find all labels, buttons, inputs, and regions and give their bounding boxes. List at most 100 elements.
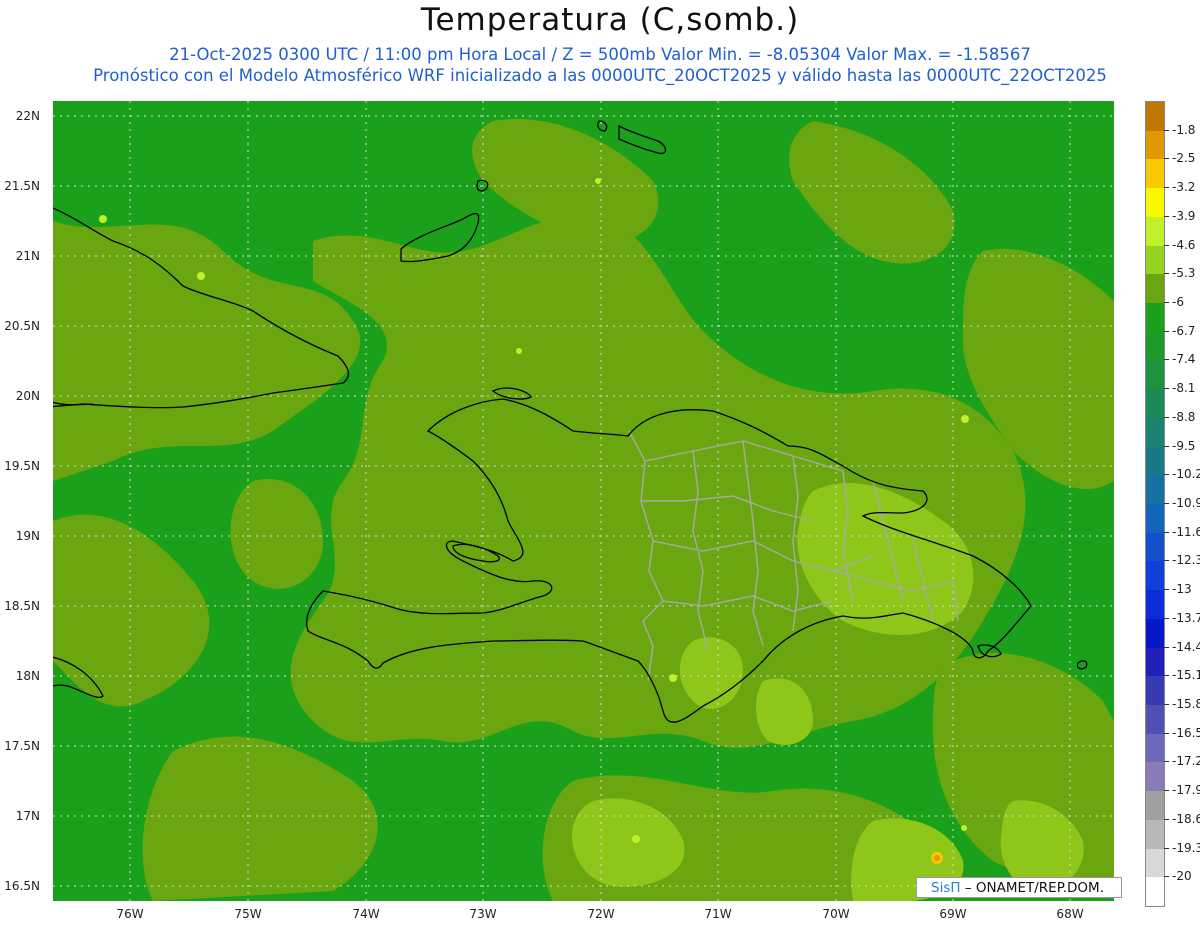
lat-tick-label: 18.5N bbox=[4, 599, 40, 613]
lon-tick-label: 72W bbox=[587, 907, 615, 921]
lat-tick-label: 17.5N bbox=[4, 739, 40, 753]
colorbar-segment bbox=[1146, 360, 1164, 390]
lat-tick-label: 19N bbox=[15, 529, 40, 543]
colorbar-segment bbox=[1146, 216, 1164, 247]
colorbar-segment bbox=[1146, 561, 1164, 591]
colorbar-tick bbox=[1164, 646, 1169, 648]
colorbar-segment bbox=[1146, 532, 1164, 562]
colorbar-level-label: -10.9 bbox=[1172, 496, 1200, 510]
colorbar-segment bbox=[1146, 274, 1164, 304]
colorbar-level-label: -15.8 bbox=[1172, 697, 1200, 711]
colorbar-segment bbox=[1146, 159, 1164, 189]
colorbar-level-label: -6.7 bbox=[1172, 323, 1196, 338]
colorbar-level-label: -8.8 bbox=[1172, 409, 1196, 424]
colorbar-tick bbox=[1164, 215, 1169, 217]
colorbar-level-label: -1.8 bbox=[1172, 122, 1196, 137]
colorbar-tick bbox=[1164, 560, 1169, 562]
colorbar-segment bbox=[1146, 303, 1164, 333]
colorbar-segment bbox=[1146, 475, 1164, 505]
lat-tick-label: 21N bbox=[15, 249, 40, 263]
colorbar-tick bbox=[1164, 704, 1169, 705]
colorbar-segment bbox=[1146, 417, 1164, 448]
colorbar-segment bbox=[1146, 188, 1164, 218]
colorbar-level-label: -15.1 bbox=[1172, 668, 1200, 683]
colorbar-segment bbox=[1146, 762, 1164, 792]
lon-tick-label: 70W bbox=[822, 907, 850, 921]
lon-tick-label: 73W bbox=[469, 907, 497, 921]
colorbar-level-label: -8.1 bbox=[1172, 381, 1196, 396]
colorbar-level-label: -16.5 bbox=[1172, 725, 1200, 740]
colorbar-level-label: -12.3 bbox=[1172, 553, 1200, 568]
colorbar-level-label: -11.6 bbox=[1172, 524, 1200, 539]
credit-org: – ONAMET/REP.DOM. bbox=[964, 880, 1104, 896]
colorbar-level-label: -13 bbox=[1172, 582, 1192, 597]
sispi-logo-text: SisΠ bbox=[931, 880, 961, 896]
colorbar-level-label: -17.2 bbox=[1172, 754, 1200, 769]
colorbar-tick bbox=[1164, 187, 1169, 189]
lat-tick-label: 21.5N bbox=[4, 179, 40, 193]
colorbar-level-label: -19.3 bbox=[1172, 840, 1200, 855]
temperature-map[interactable] bbox=[53, 101, 1114, 901]
colorbar-tick bbox=[1164, 531, 1169, 533]
colorbar bbox=[1145, 101, 1165, 907]
colorbar-segment bbox=[1146, 331, 1164, 361]
colorbar-segment bbox=[1146, 130, 1164, 160]
colorbar-tick bbox=[1164, 847, 1169, 849]
colorbar-segment bbox=[1146, 618, 1164, 649]
colorbar-level-label: -13.7 bbox=[1172, 610, 1200, 625]
colorbar-tick bbox=[1164, 359, 1169, 361]
colorbar-tick bbox=[1164, 244, 1169, 246]
lon-tick-label: 75W bbox=[234, 907, 262, 921]
lon-tick-label: 68W bbox=[1056, 907, 1084, 921]
colorbar-level-label: -17.9 bbox=[1172, 783, 1200, 798]
colorbar-tick bbox=[1164, 330, 1169, 332]
colorbar-tick bbox=[1164, 761, 1169, 763]
colorbar-level-label: -10.2 bbox=[1172, 467, 1200, 482]
colorbar-segment bbox=[1146, 102, 1164, 132]
colorbar-tick bbox=[1164, 388, 1169, 390]
map-canvas bbox=[53, 101, 1114, 901]
colorbar-tick bbox=[1164, 416, 1169, 418]
colorbar-level-label: -9.5 bbox=[1172, 438, 1196, 453]
map-subtitle-valid-time: 21-Oct-2025 0300 UTC / 11:00 pm Hora Loc… bbox=[169, 45, 1031, 64]
colorbar-tick bbox=[1164, 589, 1169, 591]
colorbar-tick bbox=[1164, 129, 1169, 131]
colorbar-tick bbox=[1164, 790, 1169, 792]
colorbar-level-label: -5.3 bbox=[1172, 266, 1196, 281]
colorbar-segment bbox=[1146, 446, 1164, 476]
colorbar-tick bbox=[1164, 617, 1169, 619]
colorbar-segment bbox=[1146, 504, 1164, 534]
colorbar-segment bbox=[1146, 676, 1164, 706]
colorbar-level-label: -3.9 bbox=[1172, 208, 1196, 223]
colorbar-segment bbox=[1146, 877, 1164, 907]
colorbar-level-label: -3.2 bbox=[1172, 180, 1196, 195]
colorbar-level-label: -18.6 bbox=[1172, 811, 1200, 826]
colorbar-tick bbox=[1164, 818, 1169, 820]
colorbar-segment bbox=[1146, 647, 1164, 677]
colorbar-tick bbox=[1164, 302, 1169, 303]
colorbar-segment bbox=[1146, 791, 1164, 821]
colorbar-segment bbox=[1146, 733, 1164, 763]
map-title: Temperatura (C,somb.) bbox=[420, 2, 800, 38]
colorbar-level-label: -20 bbox=[1172, 869, 1192, 884]
lat-tick-label: 16.5N bbox=[4, 879, 40, 893]
lon-tick-label: 69W bbox=[939, 907, 967, 921]
credit-box: SisΠ – ONAMET/REP.DOM. bbox=[916, 877, 1122, 898]
lat-tick-label: 20.5N bbox=[4, 319, 40, 333]
lat-tick-label: 19.5N bbox=[4, 459, 40, 473]
colorbar-segment bbox=[1146, 819, 1164, 850]
colorbar-tick bbox=[1164, 732, 1169, 734]
colorbar-tick bbox=[1164, 445, 1169, 447]
lat-tick-label: 20N bbox=[15, 389, 40, 403]
lon-tick-label: 74W bbox=[352, 907, 380, 921]
colorbar-tick bbox=[1164, 474, 1169, 476]
colorbar-tick bbox=[1164, 158, 1169, 160]
colorbar-tick bbox=[1164, 675, 1169, 677]
colorbar-segment bbox=[1146, 590, 1164, 620]
colorbar-level-label: -2.5 bbox=[1172, 151, 1196, 166]
colorbar-tick bbox=[1164, 876, 1169, 878]
lat-tick-label: 17N bbox=[15, 809, 40, 823]
map-subtitle-model-run: Pronóstico con el Modelo Atmosférico WRF… bbox=[93, 66, 1107, 85]
lat-tick-label: 22N bbox=[15, 109, 40, 123]
colorbar-tick bbox=[1164, 503, 1169, 504]
